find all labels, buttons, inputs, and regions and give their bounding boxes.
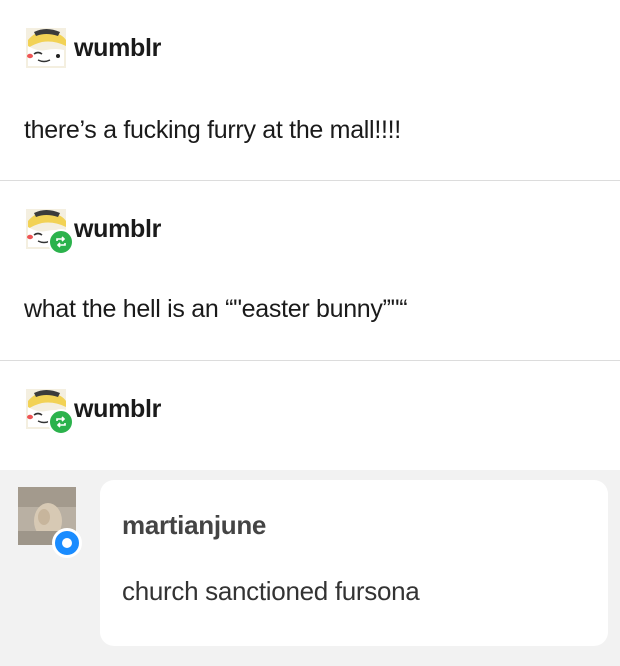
reply-bubble: martianjune church sanctioned fursona (100, 480, 608, 646)
reblog-icon (48, 409, 74, 435)
post-2: wumblr what the hell is an “"easter bunn… (0, 181, 620, 359)
avatar-icon[interactable] (24, 26, 68, 70)
post-3-header: wumblr (24, 387, 161, 435)
reply-badge-icon (52, 528, 82, 558)
post-2-header: wumblr (24, 207, 161, 255)
reblog-icon (48, 229, 74, 255)
post-2-username[interactable]: wumblr (74, 215, 161, 244)
avatar-icon[interactable] (24, 207, 74, 255)
post-1: wumblr there’s a fucking furry at the ma… (0, 0, 620, 180)
reply-text: church sanctioned fursona (122, 576, 420, 606)
reply-username[interactable]: martianjune (122, 510, 266, 541)
avatar-icon[interactable] (24, 387, 74, 435)
post-1-header: wumblr (24, 26, 161, 70)
post-1-text: there’s a fucking furry at the mall!!!! (24, 116, 401, 144)
post-1-username[interactable]: wumblr (74, 34, 161, 63)
post-3-username[interactable]: wumblr (74, 395, 161, 424)
post-3: wumblr (0, 361, 620, 470)
post-2-text: what the hell is an “"easter bunny”"“ (24, 295, 408, 323)
